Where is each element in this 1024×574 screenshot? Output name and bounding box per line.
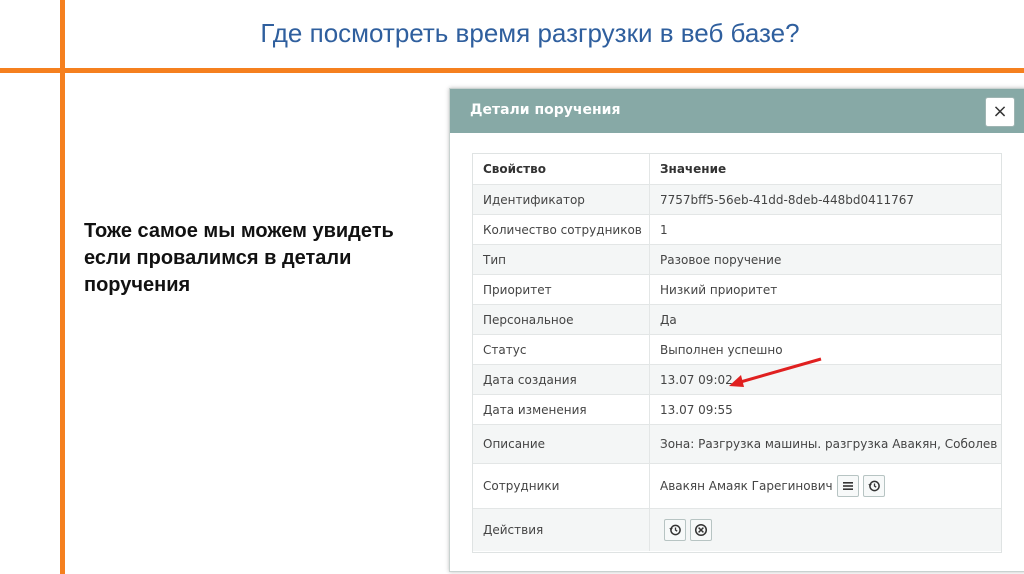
dialog-title: Детали поручения <box>470 102 621 118</box>
table-row: Действия <box>473 509 1001 551</box>
close-button[interactable]: × <box>985 97 1015 127</box>
employee-name: Авакян Амаяк Гарегинович <box>660 479 833 493</box>
table-row: Дата изменения 13.07 09:55 <box>473 395 1001 425</box>
table-row: Количество сотрудников 1 <box>473 215 1001 245</box>
row-value: Разовое поручение <box>649 245 1001 274</box>
row-property: Приоритет <box>483 282 552 297</box>
dialog-header: Детали поручения × <box>450 89 1024 133</box>
column-header-property: Свойство <box>483 162 546 176</box>
row-property: Дата создания <box>483 372 577 387</box>
table-header-row: Свойство Значение <box>473 154 1001 185</box>
row-property: Статус <box>483 342 527 357</box>
table-row: Описание Зона: Разгрузка машины. разгруз… <box>473 425 1001 464</box>
cancel-icon[interactable] <box>690 519 712 541</box>
row-value: Низкий приоритет <box>649 275 1001 304</box>
list-icon[interactable] <box>836 475 859 497</box>
row-property: Описание <box>483 437 546 451</box>
row-property: Действия <box>483 523 544 537</box>
row-property: Персональное <box>483 312 574 327</box>
slide-body-text: Тоже самое мы можем увидеть если провали… <box>84 220 394 296</box>
row-property: Количество сотрудников <box>483 222 642 237</box>
slide-horizontal-line <box>0 68 1024 73</box>
column-header-value: Значение <box>649 154 1001 184</box>
history-icon[interactable] <box>862 475 885 497</box>
table-row: Приоритет Низкий приоритет <box>473 275 1001 305</box>
restore-icon[interactable] <box>664 519 686 541</box>
table-row: Идентификатор 7757bff5-56eb-41dd-8deb-44… <box>473 185 1001 215</box>
row-property: Дата изменения <box>483 402 587 417</box>
row-value: Выполнен успешно <box>649 335 1001 364</box>
row-value: Да <box>649 305 1001 334</box>
row-value: 7757bff5-56eb-41dd-8deb-448bd0411767 <box>649 185 1001 214</box>
table-row: Персональное Да <box>473 305 1001 335</box>
row-value: Зона: Разгрузка машины. разгрузка Авакян… <box>649 425 1001 463</box>
details-table: Свойство Значение Идентификатор 7757bff5… <box>472 153 1002 553</box>
table-row: Тип Разовое поручение <box>473 245 1001 275</box>
table-row: Сотрудники Авакян Амаяк Гарегинович <box>473 464 1001 509</box>
red-pointer-arrow <box>729 357 822 387</box>
slide-vertical-line <box>60 0 65 574</box>
row-property: Сотрудники <box>483 479 560 493</box>
row-property: Тип <box>483 252 506 267</box>
row-value-actions <box>649 509 1001 551</box>
slide-title: Где посмотреть время разгрузки в веб баз… <box>260 18 800 48</box>
row-value-employees: Авакян Амаяк Гарегинович <box>649 464 1001 508</box>
row-property: Идентификатор <box>483 192 585 207</box>
row-value: 13.07 09:02 <box>649 365 1001 394</box>
row-value: 13.07 09:55 <box>649 395 1001 424</box>
details-dialog: Детали поручения × Свойство Значение Иде… <box>449 88 1024 572</box>
row-value: 1 <box>649 215 1001 244</box>
